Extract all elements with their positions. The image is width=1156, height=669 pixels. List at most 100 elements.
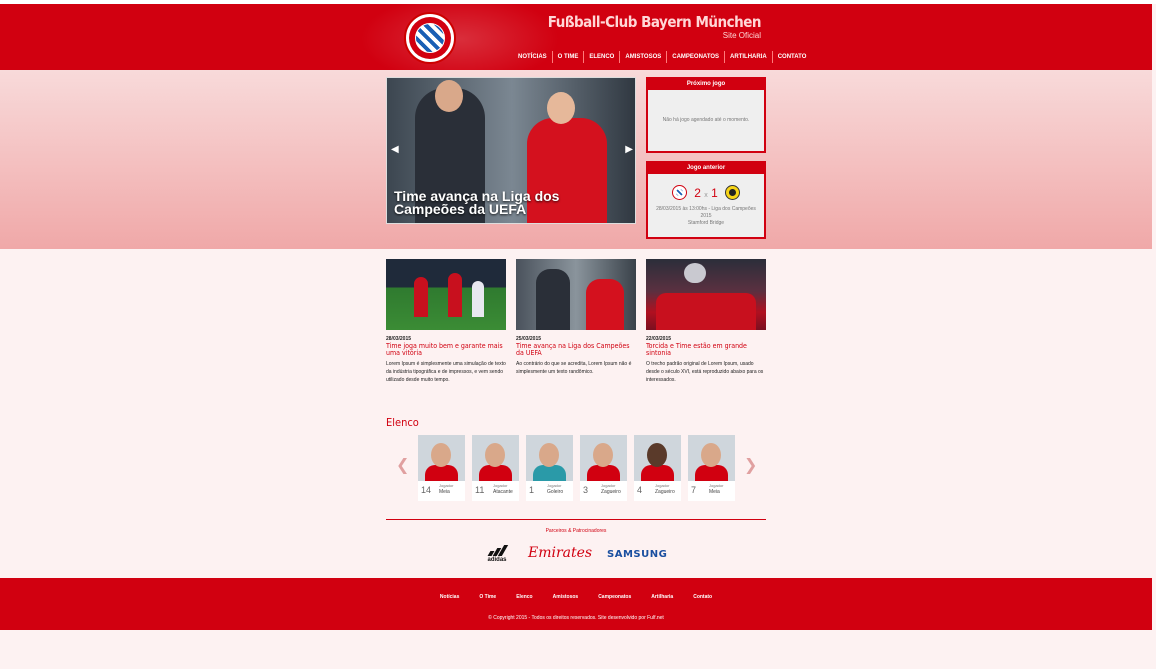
- scoreline: 2 x 1: [648, 185, 764, 200]
- nav-contato[interactable]: CONTATO: [773, 51, 812, 63]
- player-position: Atacante: [493, 489, 513, 495]
- nav-elenco[interactable]: ELENCO: [584, 51, 621, 63]
- squad-title: Elenco: [386, 416, 419, 429]
- footer-nav-o-time[interactable]: O Time: [479, 594, 496, 600]
- news-image-figure: [472, 281, 484, 317]
- player-info: 11 Jogador Atacante: [472, 481, 519, 501]
- player-photo: [472, 435, 519, 481]
- player-role: Jogador: [709, 483, 724, 488]
- news-image-figure: [536, 269, 570, 330]
- player-face: [647, 443, 667, 467]
- player-face: [431, 443, 451, 467]
- player-info: 14 Jogador Meia: [418, 481, 465, 501]
- next-game-box: Próximo jogo Não há jogo agendado até o …: [646, 77, 766, 153]
- player-role: Jogador: [655, 483, 670, 488]
- news-image[interactable]: [646, 259, 766, 330]
- player-face: [539, 443, 559, 467]
- hero-caption[interactable]: Time avança na Liga dos Campeões da UEFA: [394, 189, 614, 216]
- nav-artilharia[interactable]: ARTILHARIA: [725, 51, 773, 63]
- footer-nav-elenco[interactable]: Elenco: [516, 594, 532, 600]
- news-image-figure: [586, 279, 624, 330]
- site-footer: Notícias O Time Elenco Amistosos Campeon…: [0, 578, 1152, 630]
- player-shirt: [587, 465, 620, 481]
- nav-o-time[interactable]: O TIME: [553, 51, 585, 63]
- player-photo: [580, 435, 627, 481]
- news-item[interactable]: 25/03/2015 Time avança na Liga dos Campe…: [516, 259, 636, 376]
- player-card[interactable]: 4 Jogador Zagueiro: [634, 435, 681, 501]
- player-number: 4: [637, 485, 643, 495]
- player-shirt: [695, 465, 728, 481]
- player-position: Meia: [709, 489, 720, 495]
- footer-nav-contato[interactable]: Contato: [693, 594, 712, 600]
- adidas-logo[interactable]: adidas: [482, 545, 512, 563]
- player-number: 7: [691, 485, 697, 495]
- footer-nav: Notícias O Time Elenco Amistosos Campeon…: [0, 594, 1152, 600]
- home-score: 2: [694, 185, 701, 200]
- news-title[interactable]: Time joga muito bem e garante mais uma v…: [386, 343, 506, 357]
- slider-prev-icon[interactable]: ◀: [391, 144, 399, 155]
- nav-noticias[interactable]: NOTÍCIAS: [513, 51, 553, 63]
- dortmund-crest-icon: [724, 185, 740, 200]
- player-info: 7 Jogador Meia: [688, 481, 735, 501]
- player-role: Jogador: [493, 483, 508, 488]
- next-game-title: Próximo jogo: [648, 79, 764, 90]
- emirates-logo[interactable]: Emirates: [528, 545, 592, 561]
- news-excerpt: Lorem Ipsum é simplesmente uma simulação…: [386, 361, 506, 383]
- footer-nav-campeonatos[interactable]: Campeonatos: [598, 594, 631, 600]
- player-card[interactable]: 7 Jogador Meia: [688, 435, 735, 501]
- logo-diamonds: [415, 23, 445, 53]
- player-info: 3 Jogador Zagueiro: [580, 481, 627, 501]
- footer-nav-artilharia[interactable]: Artilharia: [651, 594, 673, 600]
- news-item[interactable]: 28/03/2015 Time joga muito bem e garante…: [386, 259, 506, 384]
- news-title[interactable]: Torcida e Time estão em grande sintonia: [646, 343, 766, 357]
- main-nav: NOTÍCIAS O TIME ELENCO AMISTOSOS CAMPEON…: [513, 50, 811, 64]
- last-game-box: Jogo anterior 2 x 1 28/03/2015 às 13:00h…: [646, 161, 766, 239]
- samsung-logo[interactable]: SAMSUNG: [607, 549, 667, 560]
- away-score: 1: [711, 185, 718, 200]
- player-role: Jogador: [547, 483, 562, 488]
- news-image[interactable]: [516, 259, 636, 330]
- news-excerpt: Ao contrário do que se acredita, Lorem I…: [516, 361, 632, 375]
- footer-nav-amistosos[interactable]: Amistosos: [553, 594, 579, 600]
- hero-player-head: [547, 92, 575, 124]
- player-face: [593, 443, 613, 467]
- score-separator: x: [704, 191, 708, 199]
- player-card[interactable]: 3 Jogador Zagueiro: [580, 435, 627, 501]
- player-shirt: [425, 465, 458, 481]
- adidas-wordmark: adidas: [487, 557, 507, 563]
- slider-next-icon[interactable]: ▶: [625, 144, 633, 155]
- last-game-title: Jogo anterior: [648, 163, 764, 174]
- site-header: Fußball-Club Bayern München Site Oficial…: [0, 4, 1152, 70]
- copyright: © Copyright 2015 - Todos os direitos res…: [488, 615, 664, 621]
- news-image[interactable]: [386, 259, 506, 330]
- player-card[interactable]: 1 Jogador Goleiro: [526, 435, 573, 501]
- player-position: Zagueiro: [601, 489, 621, 495]
- match-venue: Stamford Bridge: [687, 220, 725, 226]
- nav-campeonatos[interactable]: CAMPEONATOS: [667, 51, 726, 63]
- score-text: 2 x 1: [694, 186, 718, 200]
- player-shirt: [641, 465, 674, 481]
- chevron-left-icon[interactable]: ❮: [396, 455, 409, 475]
- news-item[interactable]: 22/03/2015 Torcida e Time estão em grand…: [646, 259, 766, 384]
- news-title[interactable]: Time avança na Liga dos Campeões da UEFA: [516, 343, 636, 357]
- player-number: 14: [421, 485, 432, 495]
- player-face: [701, 443, 721, 467]
- player-photo: [688, 435, 735, 481]
- match-details: 28/03/2015 às 13:00hs - Liga dos Campeõe…: [656, 206, 756, 219]
- footer-nav-noticias[interactable]: Notícias: [440, 594, 459, 600]
- partners-title: Parceiros & Patrocinadores: [545, 528, 607, 534]
- player-shirt: [533, 465, 566, 481]
- player-card[interactable]: 14 Jogador Meia: [418, 435, 465, 501]
- section-divider: [386, 519, 766, 520]
- hero-slider[interactable]: ◀ ▶ Time avança na Liga dos Campeões da …: [386, 77, 636, 224]
- nav-amistosos[interactable]: AMISTOSOS: [620, 51, 668, 63]
- player-photo: [526, 435, 573, 481]
- chevron-right-icon[interactable]: ❯: [744, 455, 757, 475]
- club-logo[interactable]: [404, 12, 456, 64]
- club-subtitle: Site Oficial: [722, 31, 761, 40]
- player-shirt: [479, 465, 512, 481]
- player-photo: [418, 435, 465, 481]
- match-info: 28/03/2015 às 13:00hs - Liga dos Campeõe…: [648, 206, 764, 227]
- player-photo: [634, 435, 681, 481]
- player-card[interactable]: 11 Jogador Atacante: [472, 435, 519, 501]
